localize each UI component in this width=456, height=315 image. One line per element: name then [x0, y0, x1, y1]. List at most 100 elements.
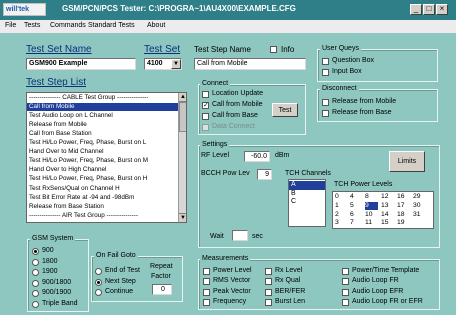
tch-power-level-cell[interactable]: 10: [365, 211, 378, 220]
tch-power-level-cell[interactable]: 5: [350, 202, 363, 211]
test-step-item[interactable]: Test Hi/Lo Power, Freq, Phase, Burst on …: [27, 139, 178, 147]
tch-power-level-cell[interactable]: 4: [350, 193, 363, 202]
measurement-label: Rx Level: [275, 267, 303, 274]
radio-selected-dot: [97, 280, 100, 284]
location-update-label: Location Update: [212, 90, 263, 97]
test-set-dropdown-icon[interactable]: ▼: [171, 59, 181, 69]
test-step-item[interactable]: Release from Base Station: [27, 203, 178, 211]
scroll-thumb[interactable]: [179, 102, 186, 132]
test-step-item[interactable]: Release from Mobile: [27, 121, 178, 129]
location-update-checkbox[interactable]: [202, 91, 209, 98]
scroll-down-icon[interactable]: ▼: [179, 213, 186, 222]
measurement-checkbox[interactable]: [203, 288, 210, 296]
release-from-mobile-checkbox[interactable]: [322, 99, 329, 106]
tch-power-level-cell[interactable]: 1: [335, 202, 348, 211]
tch-power-level-cell[interactable]: 29: [413, 193, 426, 202]
call-from-mobile-label: Call from Mobile: [212, 101, 263, 108]
call-from-mobile-checkbox[interactable]: ✓: [202, 102, 209, 109]
tch-channel-item[interactable]: A: [289, 181, 325, 190]
gsm-system-radio[interactable]: [32, 269, 39, 276]
tch-power-level-cell[interactable]: 7: [350, 219, 363, 228]
tch-power-level-cell[interactable]: 16: [397, 193, 410, 202]
menu-standard-tests[interactable]: Standard Tests: [88, 22, 135, 29]
measurement-checkbox[interactable]: [203, 268, 210, 275]
gsm-system-radio[interactable]: [32, 279, 39, 287]
tch-power-level-cell[interactable]: 0: [335, 193, 348, 202]
test-step-name-input[interactable]: Call from Mobile: [194, 58, 306, 70]
menu-commands[interactable]: Commands: [50, 22, 86, 29]
test-step-scrollbar[interactable]: ▲ ▼: [178, 93, 186, 222]
test-step-item[interactable]: --------------- AIR Test Group ---------…: [27, 212, 178, 220]
measurement-checkbox[interactable]: [203, 298, 210, 306]
tch-channel-item[interactable]: C: [289, 198, 325, 207]
tch-power-level-cell[interactable]: 3: [335, 219, 348, 228]
measurement-checkbox[interactable]: [342, 268, 349, 275]
menu-about[interactable]: About: [147, 22, 165, 29]
info-checkbox[interactable]: [270, 46, 277, 53]
close-button[interactable]: ×: [436, 4, 448, 15]
tch-power-level-cell[interactable]: 2: [335, 211, 348, 220]
measurement-checkbox[interactable]: [265, 298, 272, 306]
test-step-item[interactable]: Test RxSens/Qual on Channel H: [27, 185, 178, 193]
test-step-item[interactable]: Test Audio Loop on L Channel: [27, 112, 178, 120]
test-step-item[interactable]: Hand Over to Mid Channel: [27, 148, 178, 156]
tch-power-level-cell[interactable]: 18: [397, 211, 410, 220]
gsm-system-radio[interactable]: [32, 258, 39, 266]
measurement-checkbox[interactable]: [342, 278, 349, 286]
test-step-item[interactable]: Hand Over to High Channel: [27, 166, 178, 174]
data-connect-checkbox: [202, 124, 209, 131]
tch-power-level-cell[interactable]: 11: [365, 219, 378, 228]
measurement-checkbox[interactable]: [265, 278, 272, 286]
bcch-pow-lev-input[interactable]: 9: [257, 169, 272, 180]
tch-power-level-cell[interactable]: 17: [397, 202, 410, 211]
question-box-checkbox[interactable]: [322, 58, 329, 65]
tch-power-level-cell[interactable]: 8: [365, 193, 378, 202]
on-fail-radio[interactable]: [95, 268, 102, 275]
measurement-label: Power Level: [213, 267, 252, 274]
test-step-list[interactable]: --------------- CABLE Test Group -------…: [26, 92, 187, 223]
gsm-system-radio[interactable]: [32, 290, 39, 297]
gsm-system-radio[interactable]: [32, 300, 39, 308]
scroll-up-icon[interactable]: ▲: [179, 93, 186, 102]
tch-power-level-cell[interactable]: 19: [397, 219, 410, 228]
rf-level-input[interactable]: -60.0: [244, 151, 270, 162]
test-step-item[interactable]: --------------- CABLE Test Group -------…: [27, 94, 178, 102]
on-fail-radio[interactable]: [95, 289, 102, 296]
tch-power-level-cell[interactable]: 6: [350, 211, 363, 220]
tch-channels-list[interactable]: ABC: [288, 179, 326, 227]
menu-file[interactable]: File: [5, 22, 16, 29]
maximize-button[interactable]: □: [423, 4, 435, 15]
test-step-item[interactable]: Test Bit Error Rate at -94 and -98dBm: [27, 194, 178, 202]
measurement-checkbox[interactable]: [203, 278, 210, 286]
gsm-system-radio[interactable]: [32, 248, 39, 255]
tch-power-level-cell[interactable]: 9: [365, 201, 378, 211]
tch-channel-item[interactable]: B: [289, 190, 325, 199]
tch-power-level-cell[interactable]: 14: [381, 211, 394, 220]
test-step-item[interactable]: Call from Base Station: [27, 130, 178, 138]
wait-input[interactable]: [232, 230, 248, 241]
limits-button[interactable]: Limits: [389, 151, 425, 172]
menu-tests[interactable]: Tests: [24, 22, 40, 29]
tch-power-level-cell[interactable]: 15: [381, 219, 394, 228]
test-step-item[interactable]: Test Hi/Lo Power, Freq, Phase, Burst on …: [27, 157, 178, 165]
tch-power-level-cell[interactable]: 13: [381, 202, 394, 211]
minimize-button[interactable]: _: [410, 4, 422, 15]
release-from-base-checkbox[interactable]: [322, 110, 329, 117]
tch-power-levels-grid[interactable]: 0 4 8 12 16 29 1 5 9 13 17 30 2 6 10 14 18 31 3 7 11 15 19: [332, 191, 434, 229]
test-step-item[interactable]: Call from Mobile: [27, 103, 178, 111]
measurement-checkbox[interactable]: [342, 288, 349, 296]
measurement-checkbox[interactable]: [265, 268, 272, 275]
tch-channels-label: TCH Channels: [285, 170, 331, 177]
repeat-factor-input[interactable]: 0: [152, 284, 172, 295]
input-box-checkbox[interactable]: [322, 69, 329, 76]
test-set-name-input[interactable]: GSM900 Example: [26, 58, 136, 70]
tch-power-level-cell[interactable]: 30: [413, 202, 426, 211]
test-step-item[interactable]: Test Hi/Lo Power, Freq, Phase, Burst on …: [27, 175, 178, 183]
test-button[interactable]: Test: [272, 103, 298, 117]
measurement-checkbox[interactable]: [342, 298, 349, 306]
on-fail-radio[interactable]: [95, 278, 102, 286]
tch-power-level-cell[interactable]: 31: [413, 211, 426, 220]
measurement-checkbox[interactable]: [265, 288, 272, 296]
call-from-base-checkbox[interactable]: [202, 113, 209, 120]
tch-power-level-cell[interactable]: 12: [381, 193, 394, 202]
